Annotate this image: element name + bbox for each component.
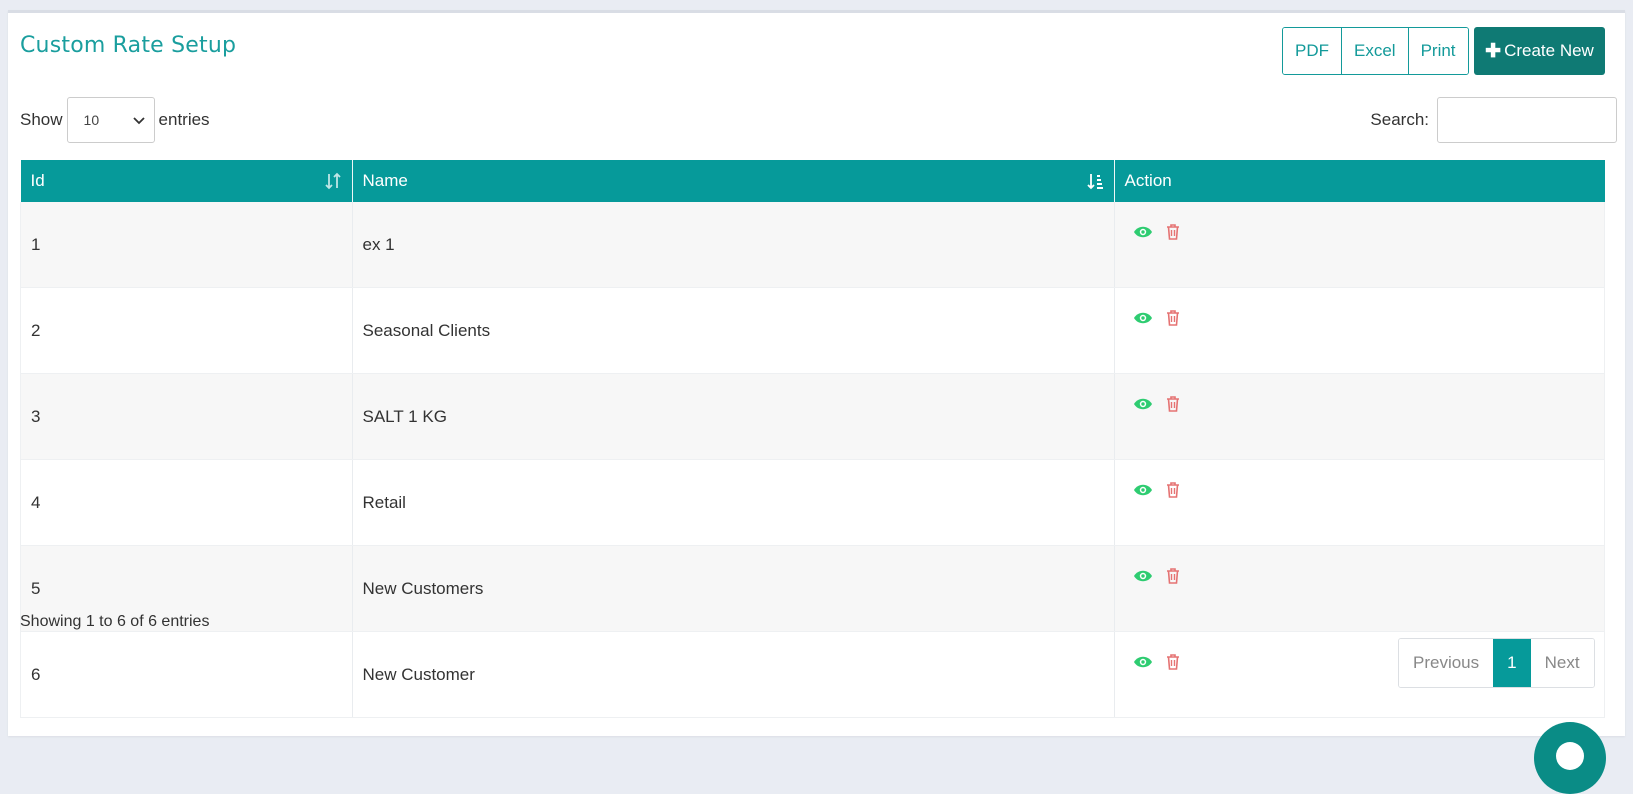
- content-card: Custom Rate Setup PDF Excel Print ✚ Crea…: [8, 10, 1625, 736]
- cell-name: SALT 1 KG: [352, 373, 1115, 460]
- sort-both-icon: [324, 172, 341, 190]
- eye-icon[interactable]: [1133, 394, 1153, 414]
- table-info: Showing 1 to 6 of 6 entries: [20, 613, 210, 630]
- rates-table: Id Name Action 1 ex 1 2 Seasonal Clients…: [20, 160, 1605, 718]
- eye-icon[interactable]: [1133, 652, 1153, 672]
- previous-button[interactable]: Previous: [1399, 639, 1494, 687]
- cell-id: 4: [20, 459, 353, 546]
- trash-icon[interactable]: [1163, 394, 1183, 414]
- entries-length-control: Show 10 entries: [20, 96, 210, 144]
- search-control: Search:: [1370, 96, 1617, 144]
- cell-actions: [1114, 545, 1605, 632]
- create-new-label: Create New: [1504, 41, 1594, 60]
- cell-name: Retail: [352, 459, 1115, 546]
- pdf-button[interactable]: PDF: [1283, 28, 1342, 74]
- sort-asc-icon: [1086, 174, 1103, 190]
- page-1-button[interactable]: 1: [1493, 639, 1531, 687]
- cell-name: Seasonal Clients: [352, 287, 1115, 374]
- cell-actions: [1114, 202, 1605, 288]
- entries-select[interactable]: 10: [66, 97, 155, 143]
- eye-icon[interactable]: [1133, 222, 1153, 242]
- create-new-button[interactable]: ✚ Create New: [1474, 27, 1605, 75]
- cell-id: 1: [20, 202, 353, 288]
- chevron-down-icon: [132, 117, 145, 125]
- page-title: Custom Rate Setup: [20, 33, 237, 58]
- cell-id: 6: [20, 631, 353, 718]
- print-button[interactable]: Print: [1408, 28, 1468, 74]
- cell-actions: [1114, 459, 1605, 546]
- export-button-group: PDF Excel Print: [1282, 27, 1469, 75]
- cell-name: New Customers: [352, 545, 1115, 632]
- table-row: 3 SALT 1 KG: [20, 373, 1605, 460]
- table-row: 6 New Customer: [20, 631, 1605, 718]
- entries-label: entries: [158, 110, 210, 129]
- cell-name: New Customer: [352, 631, 1115, 718]
- eye-icon[interactable]: [1133, 566, 1153, 586]
- entries-select-value: 10: [83, 112, 100, 128]
- cell-id: 3: [20, 373, 353, 460]
- eye-icon[interactable]: [1133, 480, 1153, 500]
- cell-name: ex 1: [352, 202, 1115, 288]
- search-input[interactable]: [1437, 97, 1617, 143]
- trash-icon[interactable]: [1163, 480, 1183, 500]
- column-header-action: Action: [1114, 160, 1605, 202]
- chat-widget-button[interactable]: [1534, 722, 1606, 794]
- table-header-row: Id Name Action: [20, 160, 1605, 202]
- table-row: 2 Seasonal Clients: [20, 287, 1605, 374]
- excel-button[interactable]: Excel: [1342, 28, 1409, 74]
- column-header-name[interactable]: Name: [352, 160, 1115, 202]
- column-header-action-label: Action: [1124, 171, 1172, 190]
- plus-icon: ✚: [1485, 40, 1502, 62]
- cell-id: 2: [20, 287, 353, 374]
- table-row: 4 Retail: [20, 459, 1605, 546]
- show-label: Show: [20, 110, 63, 129]
- trash-icon[interactable]: [1163, 566, 1183, 586]
- next-button[interactable]: Next: [1530, 639, 1594, 687]
- table-row: 1 ex 1: [20, 202, 1605, 288]
- cell-actions: [1114, 373, 1605, 460]
- pagination: Previous 1 Next: [1398, 638, 1595, 688]
- column-header-name-label: Name: [362, 171, 408, 190]
- trash-icon[interactable]: [1163, 222, 1183, 242]
- table-row: 5 New Customers: [20, 545, 1605, 632]
- column-header-id-label: Id: [30, 171, 45, 190]
- cell-actions: [1114, 287, 1605, 374]
- column-header-id[interactable]: Id: [20, 160, 353, 202]
- trash-icon[interactable]: [1163, 652, 1183, 672]
- eye-icon[interactable]: [1133, 308, 1153, 328]
- trash-icon[interactable]: [1163, 308, 1183, 328]
- search-label: Search:: [1370, 110, 1429, 129]
